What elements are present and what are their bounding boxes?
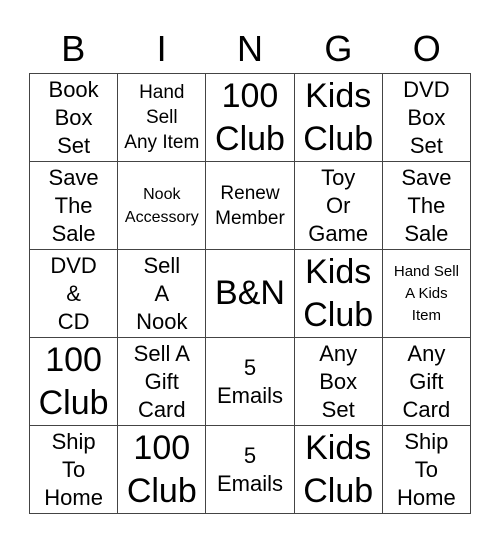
bingo-cell-b4[interactable]: 100 Club [30, 338, 119, 426]
bingo-cell-g2[interactable]: Toy Or Game [294, 162, 383, 250]
bingo-cell-i2[interactable]: Nook Accessory [118, 162, 207, 250]
bingo-cell-g5[interactable]: Kids Club [294, 426, 383, 514]
bingo-cell-b1[interactable]: Book Box Set [30, 74, 119, 162]
bingo-cell-i5[interactable]: 100 Club [118, 426, 207, 514]
bingo-grid: Book Box Set Hand Sell Any Item 100 Club Ki… [29, 73, 471, 514]
bingo-cell-o1[interactable]: DVD Box Set [382, 74, 471, 162]
header-letter-g: G [324, 28, 353, 69]
bingo-cell-b3[interactable]: DVD & CD [30, 250, 119, 338]
bingo-cell-b2[interactable]: Save The Sale [30, 162, 119, 250]
bingo-cell-g4[interactable]: Any Box Set [294, 338, 383, 426]
bingo-cell-n1[interactable]: 100 Club [206, 74, 295, 162]
bingo-cell-n4[interactable]: 5 Emails [206, 338, 295, 426]
bingo-header: B I N G O [29, 26, 471, 72]
header-letter-b: B [61, 28, 86, 69]
bingo-cell-i4[interactable]: Sell A Gift Card [118, 338, 207, 426]
bingo-cell-n5[interactable]: 5 Emails [206, 426, 295, 514]
bingo-cell-g3[interactable]: Kids Club [294, 250, 383, 338]
bingo-cell-g1[interactable]: Kids Club [294, 74, 383, 162]
header-letter-o: O [412, 28, 441, 69]
bingo-cell-n3[interactable]: B&N [206, 250, 295, 338]
header-letter-i: I [156, 28, 167, 69]
bingo-cell-b5[interactable]: Ship To Home [30, 426, 119, 514]
bingo-cell-o4[interactable]: Any Gift Card [382, 338, 471, 426]
header-letter-n: N [236, 28, 263, 69]
bingo-cell-o5[interactable]: Ship To Home [382, 426, 471, 514]
bingo-cell-o2[interactable]: Save The Sale [382, 162, 471, 250]
bingo-cell-i3[interactable]: Sell A Nook [118, 250, 207, 338]
bingo-cell-o3[interactable]: Hand Sell A Kids Item [382, 250, 471, 338]
bingo-cell-i1[interactable]: Hand Sell Any Item [118, 74, 207, 162]
bingo-cell-n2[interactable]: Renew Member [206, 162, 295, 250]
